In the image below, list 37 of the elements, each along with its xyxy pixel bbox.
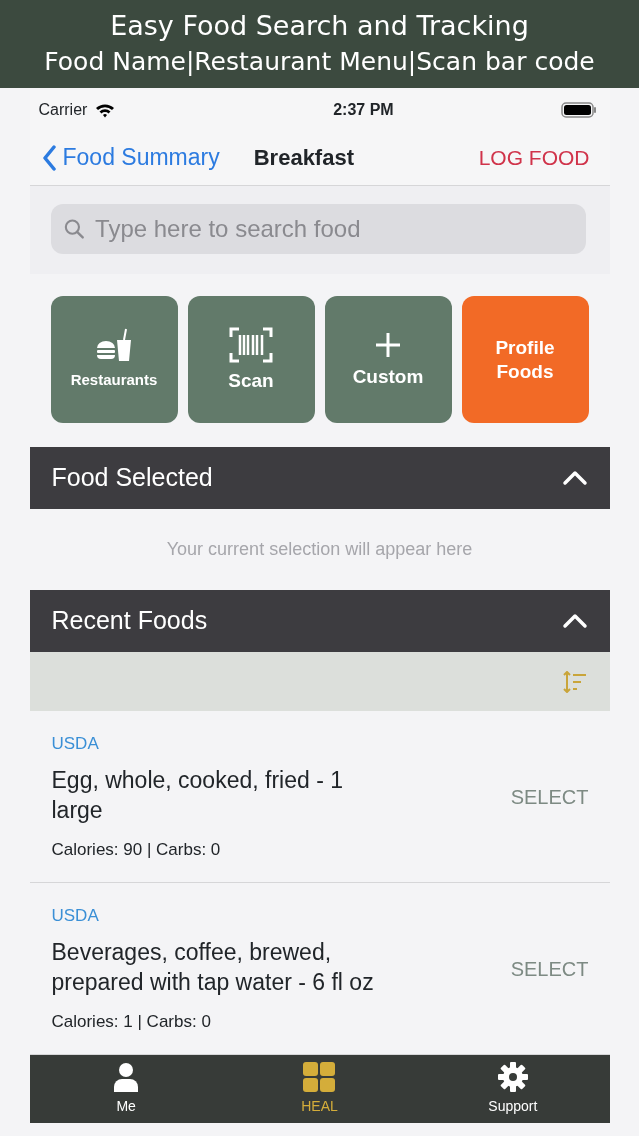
source-label: USDA — [51, 733, 100, 755]
log-food-button[interactable]: LOG FOOD — [478, 141, 590, 174]
back-link[interactable]: Food Summary — [41, 140, 220, 175]
quick-action-button[interactable]: Custom — [324, 296, 452, 423]
sort-icon[interactable] — [561, 670, 588, 693]
settings-icon — [497, 1061, 528, 1092]
clock-label: 2:37 PM — [333, 100, 394, 120]
grid-icon — [303, 1061, 336, 1092]
tab-item[interactable]: HEAL — [222, 1055, 417, 1123]
fast-food-icon — [95, 327, 133, 362]
back-chevron-icon — [41, 144, 57, 171]
nutrition-text: Calories: 1 | Carbs: 0 — [51, 1010, 212, 1033]
search-bar[interactable]: Type here to search food — [50, 204, 586, 254]
battery-icon — [561, 102, 598, 118]
select-button[interactable]: SELECT — [504, 952, 595, 985]
quick-action-button[interactable]: Scan — [187, 296, 315, 423]
empty-selection-text: Your current selection will appear here — [165, 538, 474, 561]
quick-action-button[interactable]: Restaurants — [50, 296, 178, 423]
nutrition-text: Calories: 90 | Carbs: 0 — [51, 838, 222, 861]
screen-title: Breakfast — [253, 144, 354, 172]
barcode-icon — [229, 326, 273, 363]
select-button[interactable]: SELECT — [504, 780, 595, 813]
tab-item[interactable]: Support — [416, 1055, 610, 1123]
person-icon — [113, 1061, 140, 1092]
wifi-icon — [95, 102, 116, 118]
banner-text: Easy Food Search and Tracking — [110, 9, 529, 43]
food-name: Egg, whole, cooked, fried - 1 large — [51, 765, 344, 825]
tab-item[interactable]: Me — [29, 1055, 223, 1123]
banner-text: Food Name|Restaurant Menu|Scan bar code — [44, 46, 595, 78]
carrier-label: Carrier — [38, 100, 88, 120]
section-header[interactable]: Recent Foods — [29, 590, 610, 652]
source-label: USDA — [51, 905, 100, 927]
food-name: Beverages, coffee, brewed, prepared with tap water - 6 fl oz — [51, 937, 375, 997]
section-header[interactable]: Food Selected — [29, 447, 610, 509]
quick-action-button[interactable]: Profile Foods — [461, 296, 589, 423]
plus-icon — [374, 330, 402, 359]
search-icon — [62, 217, 86, 241]
